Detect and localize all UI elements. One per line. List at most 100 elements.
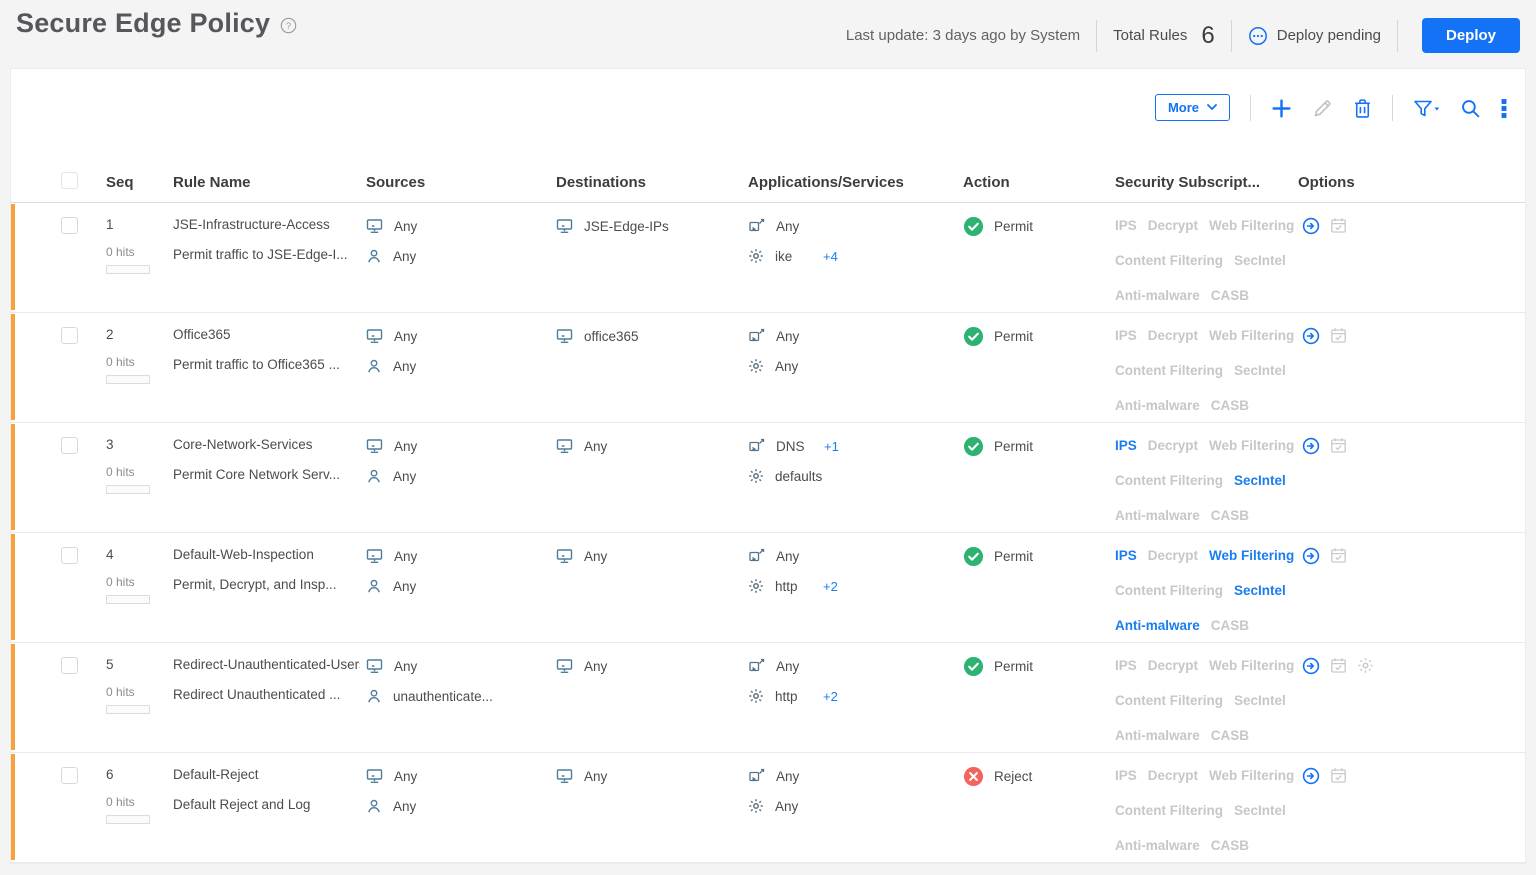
hit-count: 0 hits (106, 575, 135, 589)
subscription-decrypt: Decrypt (1147, 438, 1199, 453)
subscription-anti-malware: Anti-malware (1115, 288, 1200, 303)
subscriptions-cell: IPS Decrypt Web Filtering Content Filtering… (1115, 643, 1298, 752)
subscription-ips: IPS (1115, 328, 1137, 343)
services-icon (748, 798, 764, 814)
redirect-icon[interactable] (1302, 767, 1320, 785)
applications-icon (748, 328, 765, 344)
schedule-icon[interactable] (1330, 437, 1347, 454)
rule-name[interactable]: Core-Network-Services (173, 435, 360, 455)
more-count[interactable]: +4 (823, 249, 838, 264)
deploy-button[interactable]: Deploy (1421, 18, 1520, 53)
item-label: JSE-Edge-IPs (584, 218, 669, 234)
rule-seq: 1 (106, 217, 114, 232)
rule-row: 4 0 hits Default-Web-Inspection Permit, … (11, 533, 1525, 643)
item-label: Any (584, 768, 608, 784)
item-label: Any (394, 768, 418, 784)
row-checkbox[interactable] (61, 767, 78, 784)
action-cell: Permit (963, 533, 1115, 642)
schedule-icon[interactable] (1330, 657, 1347, 674)
column-header-destinations: Destinations (556, 174, 647, 191)
redirect-icon[interactable] (1302, 657, 1320, 675)
hit-count: 0 hits (106, 245, 135, 259)
column-header-rule-name: Rule Name (173, 174, 251, 191)
redirect-icon[interactable] (1302, 327, 1320, 345)
more-count[interactable]: +2 (823, 579, 838, 594)
redirect-icon[interactable] (1302, 437, 1320, 455)
user-icon (366, 468, 382, 484)
item-label: Any (394, 548, 418, 564)
schedule-icon[interactable] (1330, 547, 1347, 564)
subscription-content-filtering: Content Filtering (1115, 253, 1223, 268)
item-label: Any (776, 548, 800, 564)
edit-icon[interactable] (1312, 98, 1333, 121)
redirect-icon[interactable] (1302, 217, 1320, 235)
add-icon[interactable] (1271, 98, 1292, 121)
more-count[interactable]: +2 (823, 689, 838, 704)
subscription-casb: CASB (1210, 618, 1250, 633)
addresses-icon (556, 328, 573, 344)
subscription-ips: IPS (1115, 548, 1137, 563)
subscriptions-cell: IPS Decrypt Web Filtering Content Filtering… (1115, 423, 1298, 532)
column-header-applications: Applications/Services (748, 174, 904, 191)
subscription-decrypt: Decrypt (1147, 218, 1199, 233)
options-cell (1298, 423, 1525, 532)
applications-icon (748, 658, 765, 674)
applications-icon (748, 548, 765, 564)
rule-name[interactable]: Default-Reject (173, 765, 360, 785)
subscriptions-cell: IPS Decrypt Web Filtering Content Filtering… (1115, 313, 1298, 422)
permit-icon (963, 326, 984, 347)
row-checkbox[interactable] (61, 217, 78, 234)
hits-progress-bar (106, 265, 150, 274)
schedule-icon[interactable] (1330, 767, 1347, 784)
redirect-icon[interactable] (1302, 547, 1320, 565)
destinations-cell: Any (556, 533, 748, 642)
user-icon (366, 248, 382, 264)
settings-icon[interactable] (1357, 657, 1374, 674)
item-label: unauthenticate... (393, 688, 493, 704)
rule-name[interactable]: Office365 (173, 325, 360, 345)
more-count[interactable]: +1 (824, 439, 839, 454)
addresses-icon (366, 218, 383, 234)
rule-name[interactable]: Default-Web-Inspection (173, 545, 360, 565)
hits-progress-bar (106, 815, 150, 824)
user-icon (366, 688, 382, 704)
options-cell (1298, 313, 1525, 422)
schedule-icon[interactable] (1330, 217, 1347, 234)
row-checkbox[interactable] (61, 657, 78, 674)
subscription-ips: IPS (1115, 438, 1137, 453)
select-all-checkbox[interactable] (61, 172, 78, 189)
item-label: Any (776, 218, 800, 234)
schedule-icon[interactable] (1330, 327, 1347, 344)
delete-icon[interactable] (1353, 98, 1372, 121)
subscription-web-filtering: Web Filtering (1209, 438, 1295, 453)
subscription-anti-malware: Anti-malware (1115, 618, 1200, 633)
filter-icon[interactable] (1413, 99, 1440, 121)
more-button[interactable]: More (1154, 94, 1230, 121)
applications-icon (748, 768, 765, 784)
row-checkbox[interactable] (61, 327, 78, 344)
rule-seq: 6 (106, 767, 114, 782)
row-checkbox[interactable] (61, 437, 78, 454)
subscription-content-filtering: Content Filtering (1115, 803, 1223, 818)
help-icon[interactable]: ? (280, 17, 297, 34)
subscription-decrypt: Decrypt (1147, 548, 1199, 563)
subscriptions-cell: IPS Decrypt Web Filtering Content Filtering… (1115, 753, 1298, 862)
sources-cell: Any Any (366, 203, 556, 312)
search-icon[interactable] (1460, 98, 1481, 121)
column-header-action: Action (963, 174, 1010, 191)
rule-name[interactable]: Redirect-Unauthenticated-Users (173, 655, 360, 675)
applications-cell: Any ike +4 (748, 203, 963, 312)
subscription-ips: IPS (1115, 768, 1137, 783)
rule-row: 3 0 hits Core-Network-Services Permit Co… (11, 423, 1525, 533)
addresses-icon (366, 768, 383, 784)
action-cell: Permit (963, 643, 1115, 752)
rule-description: Redirect Unauthenticated ... (173, 687, 341, 702)
row-checkbox[interactable] (61, 547, 78, 564)
item-label: Any (393, 468, 417, 484)
applications-cell: Any http +2 (748, 533, 963, 642)
rule-name[interactable]: JSE-Infrastructure-Access (173, 215, 360, 235)
menu-kebab-icon[interactable] (1501, 98, 1507, 121)
addresses-icon (556, 658, 573, 674)
item-label: DNS (776, 438, 805, 454)
addresses-icon (366, 438, 383, 454)
